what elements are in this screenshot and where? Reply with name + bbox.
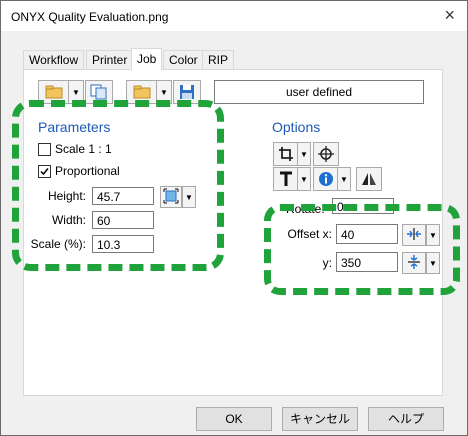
crosshair-icon [318,146,334,162]
text-icon [278,171,294,187]
mirror-button[interactable] [356,167,382,191]
help-button[interactable]: ヘルプ [368,407,444,431]
save-icon [179,84,195,100]
preset-combo[interactable]: user defined [214,80,424,104]
options-heading: Options [272,119,321,135]
crop-icon [278,146,294,162]
folder-icon [45,85,63,99]
info-dropdown-arrow[interactable]: ▼ [337,167,351,191]
tab-rip[interactable]: RIP [202,50,235,69]
mirror-icon [361,171,377,187]
crop-button[interactable] [273,142,299,166]
copy-icon [90,84,108,100]
ok-button[interactable]: OK [196,407,272,431]
tab-workflow[interactable]: Workflow [23,50,85,69]
tab-job[interactable]: Job [131,48,163,70]
offset-highlight [264,204,460,295]
text-dropdown-arrow[interactable]: ▼ [297,167,311,191]
window-title: ONYX Quality Evaluation.png [11,10,169,24]
parameters-highlight [12,100,224,271]
info-button[interactable] [313,167,339,191]
title-bar: ONYX Quality Evaluation.png × [1,1,467,31]
cancel-button[interactable]: キャンセル [282,407,358,431]
text-button[interactable] [273,167,299,191]
dialog-body: Workflow Printer Job Color RIP ▼ ▼ user … [1,31,467,435]
close-icon[interactable]: × [444,5,455,26]
dialog-window: ONYX Quality Evaluation.png × Workflow P… [0,0,468,436]
tab-printer[interactable]: Printer [86,50,134,69]
marks-button[interactable] [313,142,339,166]
crop-dropdown-arrow[interactable]: ▼ [297,142,311,166]
tab-color[interactable]: Color [163,50,204,69]
info-icon [318,171,334,187]
folder-open-icon [133,85,151,99]
job-tab-panel: ▼ ▼ user defined Parameters Scale 1: 1 … [12,69,460,396]
